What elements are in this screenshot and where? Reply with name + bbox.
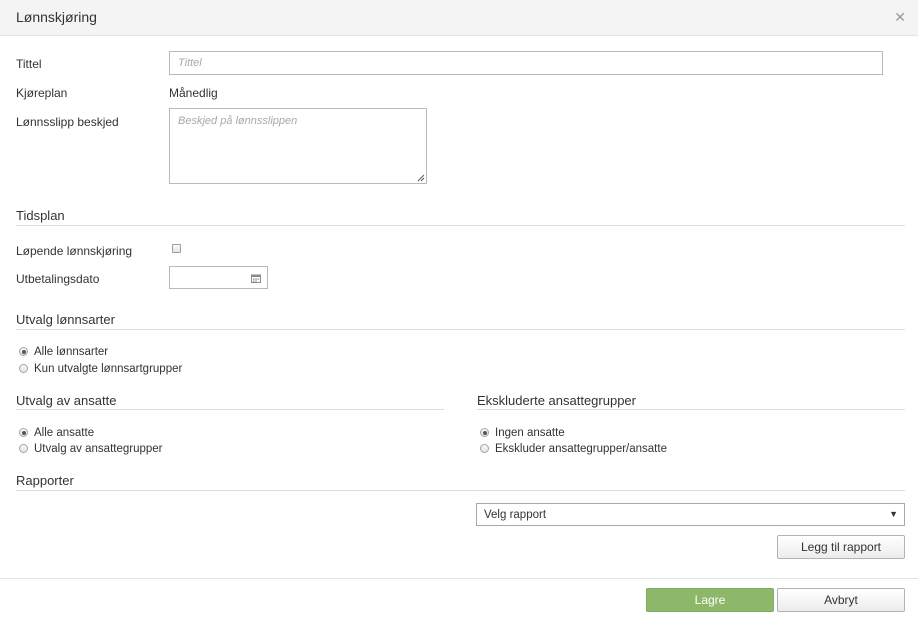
kjoreplan-value: Månedlig xyxy=(169,86,218,100)
close-icon[interactable]: ✕ xyxy=(894,9,906,25)
rapporter-title: Rapporter xyxy=(16,473,74,488)
utvalg-lonnsarter-title: Utvalg lønnsarter xyxy=(16,312,115,327)
rapport-select[interactable]: Velg rapport ▼ xyxy=(476,503,905,526)
divider xyxy=(16,329,905,330)
cancel-button[interactable]: Avbryt xyxy=(777,588,905,612)
divider xyxy=(16,490,905,491)
radio-label: Alle ansatte xyxy=(34,427,95,439)
tittel-label: Tittel xyxy=(16,57,42,71)
radio-label: Kun utvalgte lønnsartgrupper xyxy=(34,363,183,375)
radio-button[interactable] xyxy=(19,364,28,373)
divider xyxy=(477,409,905,410)
radio-label: Ingen ansatte xyxy=(495,427,565,439)
radio-button[interactable] xyxy=(19,444,28,453)
divider xyxy=(16,409,444,410)
legg-til-rapport-button[interactable]: Legg til rapport xyxy=(777,535,905,559)
radio-button[interactable] xyxy=(19,347,28,356)
lonnsslipp-textarea[interactable] xyxy=(169,108,427,184)
calendar-icon[interactable] xyxy=(251,274,261,283)
radio-label: Alle lønnsarter xyxy=(34,346,109,358)
footer-divider xyxy=(0,578,918,579)
utvalg-ansatte-title: Utvalg av ansatte xyxy=(16,393,117,408)
radio-button[interactable] xyxy=(480,444,489,453)
save-button[interactable]: Lagre xyxy=(646,588,774,612)
lonnsslipp-label: Lønnsslipp beskjed xyxy=(16,115,119,129)
utbetalingsdato-label: Utbetalingsdato xyxy=(16,272,100,286)
utbetalingsdato-input[interactable] xyxy=(169,266,268,289)
ekskluderte-title: Ekskluderte ansattegrupper xyxy=(477,393,636,408)
divider xyxy=(16,225,905,226)
modal-title: Lønnskjøring xyxy=(16,9,97,25)
radio-label: Utvalg av ansattegrupper xyxy=(34,443,163,455)
radio-button[interactable] xyxy=(480,428,489,437)
radio-button[interactable] xyxy=(19,428,28,437)
kjoreplan-label: Kjøreplan xyxy=(16,86,68,100)
radio-label: Ekskluder ansattegrupper/ansatte xyxy=(495,443,667,455)
modal-header: Lønnskjøring ✕ xyxy=(0,0,918,36)
dropdown-arrow-icon: ▼ xyxy=(889,509,898,519)
lopende-checkbox[interactable] xyxy=(172,244,181,253)
tidsplan-title: Tidsplan xyxy=(16,208,65,223)
tittel-input[interactable] xyxy=(169,51,883,75)
select-value: Velg rapport xyxy=(484,509,547,521)
lopende-label: Løpende lønnskjøring xyxy=(16,244,133,258)
resize-grip-icon[interactable] xyxy=(417,174,425,182)
